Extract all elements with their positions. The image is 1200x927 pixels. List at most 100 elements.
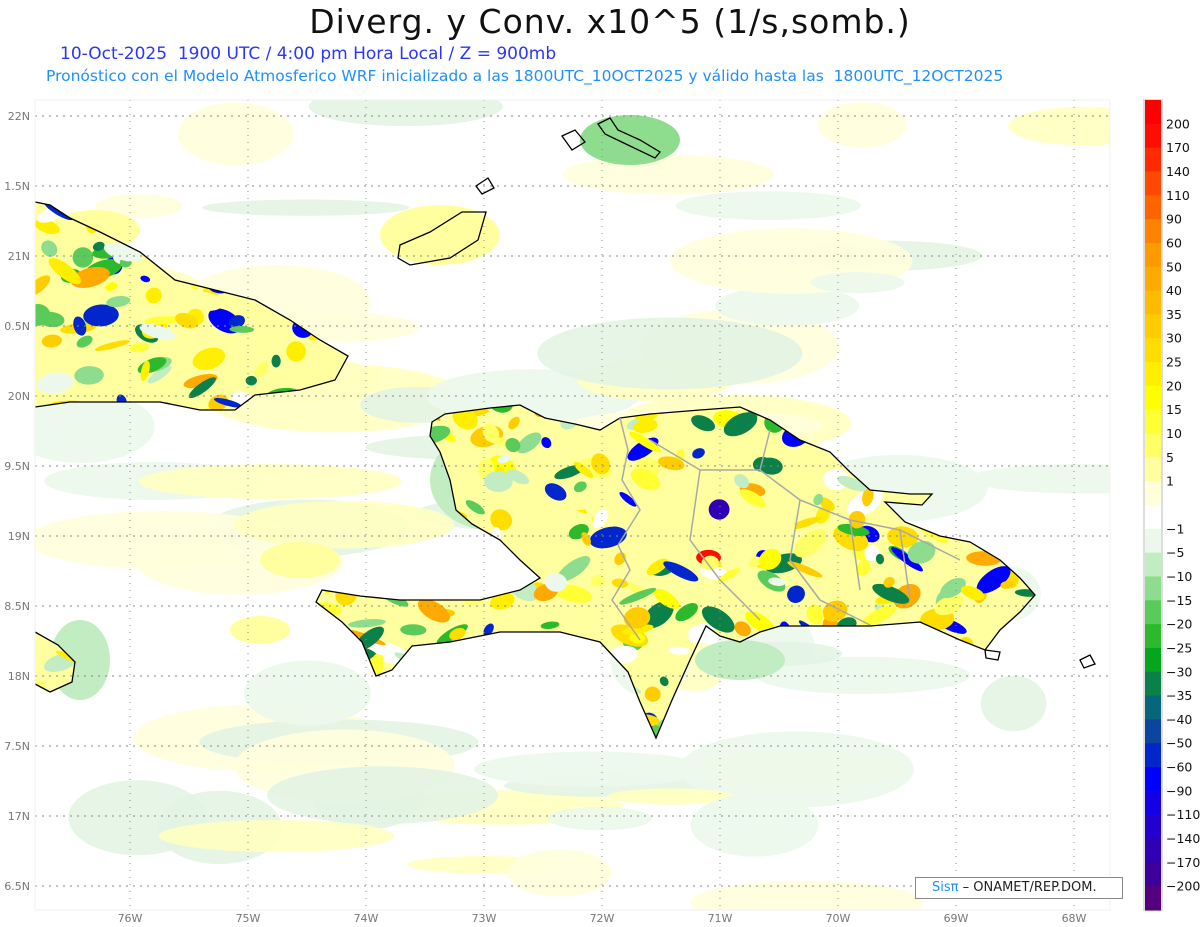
colorbar-swatch <box>1145 671 1161 697</box>
colorbar-label: 140 <box>1166 164 1190 179</box>
lon-label: 74W <box>354 912 379 925</box>
colorbar-label: 110 <box>1166 188 1190 203</box>
colorbar-label: −40 <box>1166 712 1192 727</box>
field-contour <box>562 154 775 195</box>
field-contour <box>817 101 907 148</box>
lon-label: 73W <box>472 912 497 925</box>
colorbar-label: −60 <box>1166 760 1192 775</box>
lat-label: 6.5N <box>4 880 30 893</box>
colorbar-label: −30 <box>1166 664 1192 679</box>
lat-label: 7.5N <box>4 740 30 753</box>
field-contour <box>537 317 803 390</box>
field-contour <box>1008 106 1110 146</box>
colorbar-label: 5 <box>1166 450 1174 465</box>
field-contour <box>308 100 503 127</box>
colorbar-swatch <box>1145 385 1161 411</box>
colorbar-label: 15 <box>1166 402 1182 417</box>
colorbar-label: −35 <box>1166 688 1192 703</box>
field-contour <box>980 675 1047 732</box>
field-contour <box>158 819 395 853</box>
field-contour <box>580 115 680 165</box>
colorbar-label: −1 <box>1166 521 1184 536</box>
colorbar-swatch <box>1145 123 1161 149</box>
credit-text: – ONAMET/REP.DOM. <box>962 880 1097 895</box>
lon-label: 75W <box>236 912 261 925</box>
field-contour <box>230 616 290 644</box>
colorbar-label: 200 <box>1166 116 1190 131</box>
colorbar-swatch <box>1145 790 1161 816</box>
colorbar: 200 170 140 110 90 60 50 40 35 30 25 20 15 10 5 1 −1 −5 −1… <box>1143 99 1200 911</box>
lon-label: 69W <box>944 912 969 925</box>
colorbar-swatch <box>1145 647 1161 673</box>
field-contour <box>138 464 402 499</box>
colorbar-label: 35 <box>1166 307 1182 322</box>
lat-label: 1.5N <box>4 180 30 193</box>
lat-label: 0.5N <box>4 320 30 333</box>
lat-label: 9.5N <box>4 460 30 473</box>
colorbar-swatch <box>1145 266 1161 292</box>
credit-box: Sisπ – ONAMET/REP.DOM. <box>915 877 1123 899</box>
colorbar-swatch <box>1145 528 1161 554</box>
model-run-subtitle: Pronóstico con el Modelo Atmosferico WRF… <box>46 67 1004 85</box>
lat-label: 19N <box>8 530 30 543</box>
colorbar-swatch <box>1145 433 1161 458</box>
field-contour <box>271 354 281 368</box>
divergence-map: 76W 75W 74W 73W 72W 71W 70W 69W 68W 22N 1.5N 21N 0.5… <box>4 99 1200 925</box>
colorbar-swatch <box>1145 171 1161 196</box>
colorbar-swatch <box>1145 600 1161 625</box>
lon-label: 71W <box>708 912 733 925</box>
colorbar-swatch <box>1145 814 1161 840</box>
colorbar-swatch <box>1145 719 1161 744</box>
colorbar-swatch <box>1145 457 1161 482</box>
colorbar-label: 10 <box>1166 426 1182 441</box>
field-contour <box>690 793 819 857</box>
field-contour <box>260 542 340 578</box>
lat-label: 21N <box>8 250 30 263</box>
colorbar-label: −5 <box>1166 545 1184 560</box>
field-contour <box>243 660 372 726</box>
colorbar-label: −110 <box>1166 807 1200 822</box>
valid-time-subtitle: 10-Oct-2025 1900 UTC / 4:00 pm Hora Loca… <box>60 44 557 64</box>
colorbar-swatch <box>1145 886 1161 911</box>
colorbar-label: 40 <box>1166 283 1182 298</box>
colorbar-label: −140 <box>1166 831 1200 846</box>
field-contour <box>675 191 862 221</box>
colorbar-label: 90 <box>1166 212 1182 227</box>
colorbar-swatch <box>1145 314 1161 339</box>
colorbar-label: −15 <box>1166 593 1192 608</box>
colorbar-swatch <box>1145 624 1161 649</box>
field-contour <box>267 766 498 825</box>
colorbar-label: −50 <box>1166 736 1192 751</box>
colorbar-swatch <box>1145 505 1161 530</box>
lat-label: 8.5N <box>4 600 30 613</box>
sispi-logo: Sisπ <box>932 880 959 895</box>
field-contour <box>507 849 612 897</box>
colorbar-label: 170 <box>1166 140 1190 155</box>
colorbar-swatch <box>1145 219 1161 244</box>
lat-label: 17N <box>8 810 30 823</box>
colorbar-label: −20 <box>1166 617 1192 632</box>
colorbar-swatch <box>1145 695 1161 720</box>
field-contour <box>233 500 454 549</box>
colorbar-label: 50 <box>1166 259 1182 274</box>
colorbar-swatch <box>1145 838 1161 863</box>
field-contour <box>202 199 410 216</box>
colorbar-swatch <box>1145 338 1161 363</box>
colorbar-label: 1 <box>1166 474 1174 489</box>
colorbar-label: −170 <box>1166 855 1200 870</box>
field-contour <box>695 640 785 680</box>
lon-label: 72W <box>590 912 615 925</box>
colorbar-swatch <box>1145 767 1161 792</box>
colorbar-swatch <box>1145 576 1161 601</box>
colorbar-swatch <box>1145 862 1161 887</box>
colorbar-swatch <box>1145 242 1161 268</box>
field-contour <box>547 806 653 831</box>
colorbar-label: −90 <box>1166 783 1192 798</box>
colorbar-label: 20 <box>1166 378 1182 393</box>
field-contour <box>177 102 294 166</box>
colorbar-label: −200 <box>1166 879 1200 894</box>
field-contour <box>473 751 710 787</box>
lon-label: 68W <box>1062 912 1087 925</box>
colorbar-label: −25 <box>1166 640 1192 655</box>
colorbar-swatch <box>1145 147 1161 172</box>
